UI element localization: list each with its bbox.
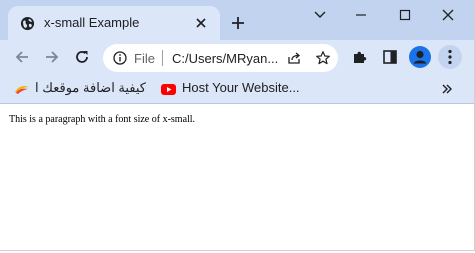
tab-title: x-small Example xyxy=(44,15,140,30)
more-bookmarks-chevron-icon[interactable] xyxy=(441,82,453,100)
toolbar: File C:/Users/MRyan... xyxy=(0,40,474,74)
youtube-icon xyxy=(161,82,176,100)
bookmark-item-host-your-website[interactable]: Host Your Website... xyxy=(161,79,300,100)
forward-arrow-icon[interactable] xyxy=(43,48,61,66)
bookmark-label: كيفية اضافة موقعك ا... xyxy=(36,80,146,95)
new-tab-button[interactable] xyxy=(230,15,246,31)
paragraph-text: This is a paragraph with a font size of … xyxy=(9,114,196,125)
share-icon[interactable] xyxy=(286,50,302,66)
minimize-button[interactable] xyxy=(341,0,381,30)
swoosh-icon xyxy=(14,82,30,100)
bookmark-label: Host Your Website... xyxy=(182,80,300,95)
url-text[interactable]: C:/Users/MRyan... xyxy=(172,51,280,66)
bookmark-item-arabic[interactable]: كيفية اضافة موقعك ا... xyxy=(14,79,146,97)
info-icon[interactable] xyxy=(113,51,127,65)
back-arrow-icon[interactable] xyxy=(13,48,31,66)
browser-window: x-small Example File C:/Users/MRyan... ك… xyxy=(0,0,475,251)
reload-icon[interactable] xyxy=(73,48,91,66)
bookmarks-bar: كيفية اضافة موقعك ا... Host Your Website… xyxy=(0,74,474,104)
scheme-label: File xyxy=(134,51,155,66)
title-bar: x-small Example xyxy=(0,0,474,40)
menu-kebab-icon[interactable] xyxy=(438,45,462,69)
close-tab-icon[interactable] xyxy=(194,16,208,30)
tab-search-chevron-icon[interactable] xyxy=(300,0,340,30)
address-bar[interactable]: File C:/Users/MRyan... xyxy=(103,44,338,72)
side-panel-icon[interactable] xyxy=(381,48,399,66)
browser-tab[interactable]: x-small Example xyxy=(8,6,220,40)
profile-avatar[interactable] xyxy=(409,46,431,68)
address-divider xyxy=(162,50,163,66)
maximize-button[interactable] xyxy=(385,0,425,30)
page-content: This is a paragraph with a font size of … xyxy=(0,104,474,250)
bookmark-star-icon[interactable] xyxy=(315,50,331,66)
extensions-puzzle-icon[interactable] xyxy=(351,48,369,66)
globe-icon xyxy=(20,16,35,31)
close-window-button[interactable] xyxy=(428,0,468,30)
